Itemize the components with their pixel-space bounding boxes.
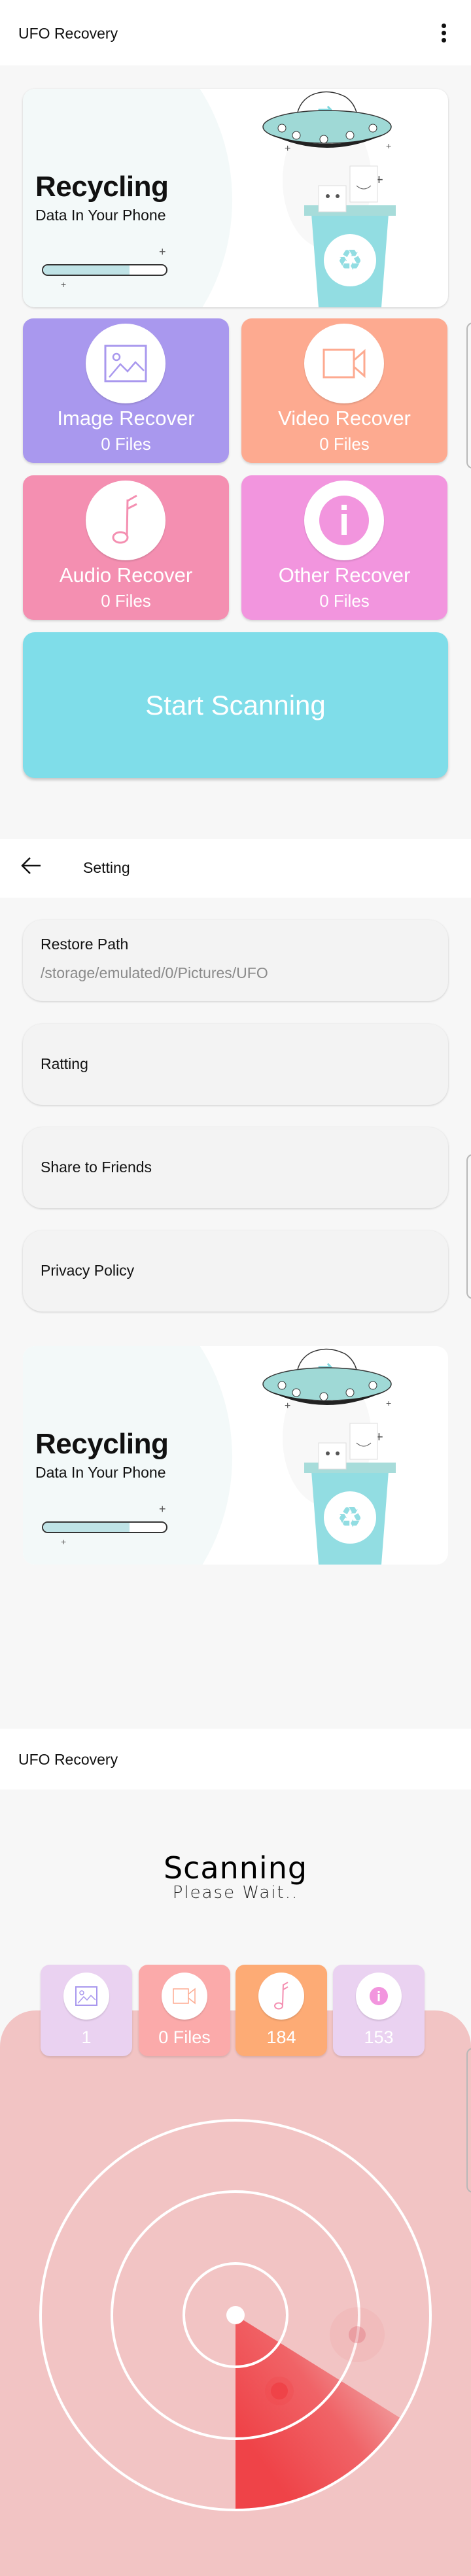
video-camera-icon	[173, 1988, 196, 2005]
banner-progress-bar	[42, 1521, 167, 1533]
recycling-banner: Recycling Data In Your Phone + + ⇄ ++ + …	[23, 1346, 448, 1565]
recycling-banner: Recycling Data In Your Phone + + ⇄ ++ + …	[23, 89, 448, 307]
more-vert-icon[interactable]	[434, 20, 453, 46]
banner-subtitle: Data In Your Phone	[35, 1464, 166, 1481]
app-title: UFO Recovery	[18, 25, 118, 42]
info-icon	[319, 496, 369, 545]
scanning-title: Scanning	[163, 1850, 308, 1886]
svg-text:♻: ♻	[337, 1501, 362, 1534]
radar-scanner	[39, 2119, 432, 2511]
scan-audio-tile[interactable]: 184	[236, 1965, 327, 2056]
audio-recover-tile[interactable]: Audio Recover 0 Files	[23, 475, 229, 620]
setting-label: Share to Friends	[41, 1159, 152, 1176]
image-icon	[75, 1986, 97, 2006]
setting-label: Restore Path	[41, 936, 129, 953]
scan-other-tile[interactable]: 153	[333, 1965, 425, 2056]
image-icon	[104, 345, 147, 382]
svg-text:+: +	[285, 1400, 290, 1412]
music-note-icon	[274, 1982, 288, 2010]
setting-label: Privacy Policy	[41, 1262, 135, 1279]
radar-blip-faded	[349, 2326, 366, 2343]
tile-label: Video Recover	[278, 407, 411, 430]
tile-count: 0 Files	[101, 434, 151, 454]
sparkle-icon: +	[159, 245, 166, 258]
banner-progress-fill	[43, 265, 130, 275]
sparkle-icon: +	[61, 279, 67, 290]
svg-text:+: +	[386, 141, 391, 151]
other-recover-tile[interactable]: Other Recover 0 Files	[241, 475, 447, 620]
sparkle-icon: +	[61, 1536, 67, 1547]
app-title: UFO Recovery	[18, 1751, 118, 1768]
video-recover-tile[interactable]: Video Recover 0 Files	[241, 318, 447, 463]
scan-count: 1	[81, 2027, 92, 2047]
tile-label: Audio Recover	[59, 564, 193, 586]
svg-text:+: +	[386, 1398, 391, 1408]
scan-count: 184	[266, 2027, 296, 2047]
tile-count: 0 Files	[101, 591, 151, 611]
tile-label: Other Recover	[278, 564, 411, 586]
music-note-icon	[112, 494, 137, 544]
settings-app-bar: Setting	[0, 839, 471, 898]
tile-count: 0 Files	[319, 591, 370, 611]
radar-blip	[271, 2382, 288, 2399]
sparkle-icon: +	[159, 1502, 166, 1516]
scan-image-tile[interactable]: 1	[41, 1965, 132, 2056]
banner-progress-bar	[42, 264, 167, 276]
setting-restore-path[interactable]: Restore Path /storage/emulated/0/Picture…	[23, 920, 448, 1001]
svg-text:♻: ♻	[337, 244, 362, 277]
ufo-recycle-bin-illustration: ⇄ ++ + ♻	[262, 1348, 396, 1565]
scanning-subtitle: Please Wait..	[172, 1883, 299, 1903]
scan-video-tile[interactable]: 0 Files	[139, 1965, 230, 2056]
radar-center-dot	[226, 2306, 245, 2324]
svg-text:+: +	[285, 143, 290, 154]
setting-share-to-friends[interactable]: Share to Friends	[23, 1127, 448, 1208]
setting-label: Ratting	[41, 1055, 88, 1072]
banner-title: Recycling	[35, 1428, 169, 1460]
setting-ratting[interactable]: Ratting	[23, 1024, 448, 1105]
scan-count: 0 Files	[158, 2027, 211, 2047]
setting-privacy-policy[interactable]: Privacy Policy	[23, 1230, 448, 1312]
edge-panel-handle[interactable]	[466, 1154, 471, 1299]
banner-title: Recycling	[35, 171, 169, 203]
image-recover-tile[interactable]: Image Recover 0 Files	[23, 318, 229, 463]
banner-progress-fill	[43, 1523, 130, 1532]
start-scanning-button[interactable]: Start Scanning	[23, 632, 448, 778]
home-app-bar: UFO Recovery	[0, 0, 471, 65]
edge-panel-handle[interactable]	[466, 2048, 471, 2193]
scanning-app-bar: UFO Recovery	[0, 1729, 471, 1789]
edge-panel-handle[interactable]	[466, 322, 471, 469]
info-icon	[370, 1987, 388, 2005]
settings-title: Setting	[83, 859, 130, 876]
tile-count: 0 Files	[319, 434, 370, 454]
ufo-recycle-bin-illustration: ⇄ ++ + ♻	[262, 91, 396, 307]
restore-path-value: /storage/emulated/0/Pictures/UFO	[41, 964, 268, 981]
banner-subtitle: Data In Your Phone	[35, 207, 166, 224]
tile-label: Image Recover	[57, 407, 195, 430]
video-camera-icon	[323, 348, 366, 379]
scan-count: 153	[364, 2027, 394, 2047]
arrow-back-icon[interactable]	[20, 854, 43, 877]
